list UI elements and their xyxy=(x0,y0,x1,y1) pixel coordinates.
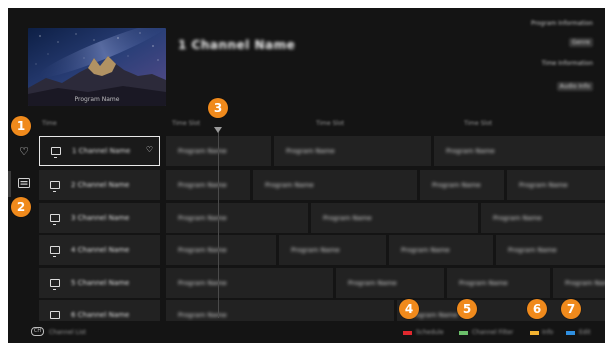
program-cell[interactable]: Program Name xyxy=(166,268,333,298)
program-cell[interactable]: Program Name xyxy=(336,268,444,298)
red-key-label: Schedule xyxy=(416,329,444,336)
tv-icon xyxy=(50,311,60,322)
time-header: Time xyxy=(42,120,57,127)
time-slot-1: Time Slot xyxy=(172,120,201,127)
current-time-line xyxy=(218,132,219,318)
tv-icon xyxy=(50,181,60,192)
genre-line: Genre xyxy=(568,38,593,47)
program-cell[interactable]: Program Name xyxy=(166,235,276,265)
program-cell[interactable]: Program Name xyxy=(481,203,605,233)
green-key-label: Channel Filter xyxy=(472,329,514,336)
program-info-line: Program Information xyxy=(531,20,593,27)
bottom-key-bar: CH Channel List Schedule Channel Filter … xyxy=(8,321,605,343)
callout-5: 5 xyxy=(457,299,477,319)
channel-list-label: Channel List xyxy=(49,329,87,336)
program-cell[interactable]: Program Name xyxy=(496,235,605,265)
program-cell[interactable]: Program Name xyxy=(311,203,478,233)
yellow-key-label: Info xyxy=(542,329,554,336)
callout-7: 7 xyxy=(561,299,581,319)
channel-row-2[interactable]: 2 Channel Name xyxy=(39,170,160,200)
channel-row-4[interactable]: 4 Channel Name xyxy=(39,235,160,265)
callout-3: 3 xyxy=(208,98,228,118)
callout-1: 1 xyxy=(11,116,31,136)
channel-row-1[interactable]: 1 Channel Name ♡ xyxy=(39,136,160,166)
channel-name: 6 Channel Name xyxy=(71,311,130,319)
current-channel-title: 1 Channel Name xyxy=(178,38,296,52)
program-cell[interactable]: Program Name xyxy=(447,268,550,298)
live-preview[interactable]: Program Name xyxy=(28,28,166,106)
program-cell[interactable]: Program Name xyxy=(253,170,417,200)
channel-name: 3 Channel Name xyxy=(71,214,130,222)
callout-6: 6 xyxy=(527,299,547,319)
green-key-icon[interactable] xyxy=(459,331,468,335)
program-cell[interactable]: Program Name xyxy=(553,268,605,298)
time-slot-3: Time Slot xyxy=(464,120,493,127)
channel-name: 5 Channel Name xyxy=(71,279,130,287)
program-cell[interactable]: Program Name xyxy=(389,235,493,265)
channel-name: 2 Channel Name xyxy=(71,181,130,189)
blue-key-label: Edit xyxy=(579,329,591,336)
channel-name: 1 Channel Name xyxy=(72,147,131,155)
epg-icon[interactable] xyxy=(18,178,30,190)
channel-row-3[interactable]: 3 Channel Name xyxy=(39,203,160,233)
audio-info-line: Audio Info xyxy=(556,82,593,91)
program-cell[interactable]: Program Name xyxy=(434,136,605,166)
preview-caption: Program Name xyxy=(74,96,120,103)
mountain-image xyxy=(28,28,166,106)
program-cell[interactable]: Program Name xyxy=(274,136,431,166)
program-cell[interactable]: Program Name xyxy=(166,203,308,233)
tv-icon xyxy=(50,279,60,290)
time-info-line: Time Information xyxy=(541,60,593,67)
program-cell[interactable]: Program Name xyxy=(507,170,605,200)
red-key-icon[interactable] xyxy=(403,331,412,335)
program-cell[interactable]: Program Name xyxy=(166,170,250,200)
tv-icon xyxy=(51,147,61,158)
time-slot-2: Time Slot xyxy=(316,120,345,127)
channel-row-5[interactable]: 5 Channel Name xyxy=(39,268,160,298)
program-cell[interactable]: Program Name xyxy=(420,170,504,200)
ch-key-icon: CH xyxy=(31,327,44,336)
tv-guide-screen: Program Name 1 Channel Name Program Info… xyxy=(8,8,605,343)
callout-2: 2 xyxy=(11,197,31,217)
channel-name: 4 Channel Name xyxy=(71,246,130,254)
heart-icon[interactable]: ♡ xyxy=(18,146,30,158)
favorite-heart-icon: ♡ xyxy=(145,145,153,154)
yellow-key-icon[interactable] xyxy=(530,331,539,335)
current-time-marker xyxy=(214,127,222,133)
tv-icon xyxy=(50,246,60,257)
sidebar-indicator xyxy=(8,171,11,197)
tv-icon xyxy=(50,214,60,225)
program-cell[interactable]: Program Name xyxy=(279,235,386,265)
blue-key-icon[interactable] xyxy=(566,331,575,335)
callout-4: 4 xyxy=(399,299,419,319)
